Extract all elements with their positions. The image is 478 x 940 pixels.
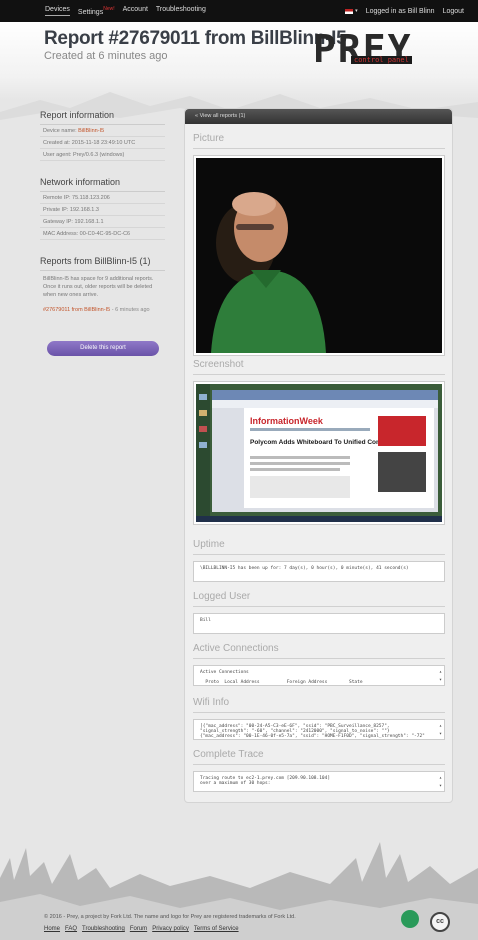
footer-link-terms[interactable]: Terms of Service (194, 926, 239, 932)
wifi-info-title: Wifi Info (193, 697, 445, 713)
webcam-picture-frame (193, 155, 445, 356)
device-name-value[interactable]: BillBlinn-I5 (78, 128, 104, 134)
wifi-info-section: Wifi Info [{"mac_address": "00-24-A5-C3-… (193, 697, 445, 740)
webcam-picture[interactable] (196, 158, 442, 353)
user-area: ▾ Logged in as Bill Blinn Logout (345, 8, 464, 15)
nav-account[interactable]: Account (123, 6, 148, 15)
picture-section: Picture (193, 133, 445, 356)
private-ip-row: Private IP: 192.168.1.3 (40, 204, 165, 216)
wifi-info-textarea[interactable]: [{"mac_address": "00-24-A5-C3-eE-6F", "s… (193, 719, 445, 740)
device-reports-title: Reports from BillBlinn-I5 (1) (40, 256, 165, 271)
footer-link-faq[interactable]: FAQ (65, 926, 77, 932)
report-link[interactable]: #27679011 from BillBlinn-I5 (43, 307, 110, 313)
footer-link-home[interactable]: Home (44, 926, 60, 932)
device-name-row: Device name: BillBlinn-I5 (40, 125, 165, 137)
nav-settings[interactable]: SettingsNew! (78, 6, 115, 15)
screenshot-section: Screenshot InformationWeek Polycom Adds … (193, 359, 445, 525)
logo-tag: control panel (351, 56, 412, 64)
complete-trace-textarea[interactable]: Tracing route to ec2-1.prey.com [209.90.… (193, 771, 445, 792)
uptime-section: Uptime \BILLBLINN-I5 has been up for: 7 … (193, 539, 445, 582)
screenshot-title: Screenshot (193, 359, 445, 375)
picture-title: Picture (193, 133, 445, 149)
active-connections-section: Active Connections Active Connections Pr… (193, 643, 445, 686)
created-at-row: Created at: 2015-11-18 23:49:10 UTC (40, 137, 165, 149)
page-header: Report #27679011 from BillBlinn-I5 Creat… (0, 22, 478, 127)
report-information-title: Report information (40, 110, 165, 125)
footer-links: Home FAQ Troubleshooting Forum Privacy p… (44, 926, 239, 932)
uptime-title: Uptime (193, 539, 445, 555)
mac-address-row: MAC Address: 00-C0-4C-95-DC-C6 (40, 228, 165, 240)
active-connections-title: Active Connections (193, 643, 445, 659)
report-list-item: #27679011 from BillBlinn-I5 - 6 minutes … (40, 299, 165, 313)
sidebar: Report information Device name: BillBlin… (40, 106, 165, 356)
logged-user-textarea[interactable]: Bill (193, 613, 445, 634)
complete-trace-title: Complete Trace (193, 749, 445, 765)
user-agent-row: User agent: Prey/0.6.3 (windows) (40, 149, 165, 161)
logout-link[interactable]: Logout (443, 8, 464, 15)
creative-commons-icon[interactable]: cc (430, 912, 450, 932)
remote-ip-row: Remote IP: 75.118.123.206 (40, 192, 165, 204)
reports-space-text: BillBlinn-I5 has space for 9 additional … (43, 276, 154, 298)
desktop-screenshot[interactable]: InformationWeek Polycom Adds Whiteboard … (196, 384, 442, 522)
device-reports: Reports from BillBlinn-I5 (1) BillBlinn-… (40, 256, 165, 313)
us-flag-icon (345, 8, 354, 14)
new-badge: New! (103, 6, 115, 13)
nav-troubleshooting[interactable]: Troubleshooting (156, 6, 206, 15)
footer-link-forum[interactable]: Forum (130, 926, 147, 932)
device-name-label: Device name: (43, 128, 77, 134)
uptime-textarea[interactable]: \BILLBLINN-I5 has been up for: 7 day(s),… (193, 561, 445, 582)
green-badge-icon[interactable] (401, 910, 419, 928)
network-information-title: Network information (40, 177, 165, 192)
view-all-reports-link[interactable]: « View all reports (1) (185, 109, 452, 124)
logged-user-section: Logged User Bill (193, 591, 445, 634)
nav-settings-label: Settings (77, 8, 104, 16)
screenshot-frame: InformationWeek Polycom Adds Whiteboard … (193, 381, 445, 525)
chevron-down-icon: ▾ (355, 8, 358, 14)
report-time: - 6 minutes ago (111, 307, 150, 313)
gateway-ip-row: Gateway IP: 192.168.1.1 (40, 216, 165, 228)
active-connections-textarea[interactable]: Active Connections Proto Local Address F… (193, 665, 445, 686)
nav-devices[interactable]: Devices (45, 6, 70, 16)
logged-in-text: Logged in as Bill Blinn (365, 7, 435, 15)
top-nav: Devices SettingsNew! Account Troubleshoo… (0, 0, 478, 22)
prey-logo[interactable]: PREY control panel (313, 30, 451, 72)
network-information: Network information Remote IP: 75.118.12… (40, 177, 165, 240)
report-information: Report information Device name: BillBlin… (40, 110, 165, 161)
language-selector[interactable]: ▾ (345, 8, 358, 14)
page-title: Report #27679011 from BillBlinn-I5 (44, 28, 347, 49)
page-subtitle: Created at 6 minutes ago (44, 50, 168, 62)
report-panel: « View all reports (1) Picture Screensho… (184, 108, 453, 803)
screenshot-headline: InformationWeek (250, 416, 324, 426)
footer-copyright: © 2016 - Prey, a project by Fork Ltd. Th… (44, 914, 296, 920)
logged-user-title: Logged User (193, 591, 445, 607)
footer-link-troubleshooting[interactable]: Troubleshooting (82, 926, 125, 932)
footer-link-privacy[interactable]: Privacy policy (152, 926, 189, 932)
delete-report-button[interactable]: Delete this report (47, 341, 159, 356)
complete-trace-section: Complete Trace Tracing route to ec2-1.pr… (193, 749, 445, 792)
main-nav: Devices SettingsNew! Account Troubleshoo… (45, 6, 206, 16)
